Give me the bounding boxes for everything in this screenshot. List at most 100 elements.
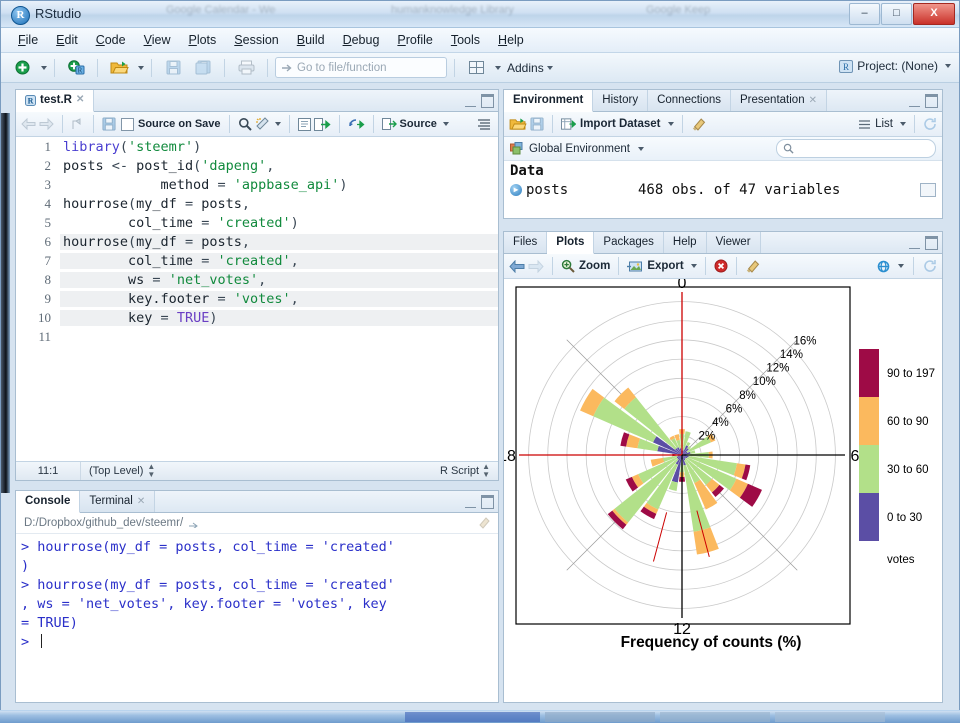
source-tab-test-r[interactable]: Rtest.R ✕ xyxy=(16,90,95,112)
run-icon[interactable] xyxy=(313,117,331,131)
source-on-save-checkbox[interactable] xyxy=(121,117,134,131)
code-line[interactable]: 8 ws = 'net_votes', xyxy=(16,270,498,289)
rerun-icon[interactable] xyxy=(348,118,365,131)
new-file-caret-icon[interactable] xyxy=(41,65,47,70)
publish-caret-icon[interactable] xyxy=(898,264,904,268)
console-maximize-button[interactable] xyxy=(481,495,494,509)
refresh-icon[interactable] xyxy=(923,117,937,131)
load-workspace-icon[interactable] xyxy=(509,117,527,131)
menu-item-profile[interactable]: Profile xyxy=(388,30,441,50)
close-tab-icon[interactable]: ✕ xyxy=(76,90,84,111)
code-tools-caret-icon[interactable] xyxy=(274,122,281,126)
code-editor[interactable]: 1 library('steemr') 2 posts <- post_id('dap… xyxy=(16,137,498,461)
source-button[interactable]: Source xyxy=(381,118,449,130)
refresh-plot-icon[interactable] xyxy=(923,259,937,273)
save-all-button[interactable] xyxy=(189,57,217,79)
scope-selector[interactable]: (Top Level) ▲ ▼ xyxy=(81,462,163,480)
environment-maximize-button[interactable] xyxy=(925,94,938,108)
code-line[interactable]: 1 library('steemr') xyxy=(16,137,498,156)
environment-tab-history[interactable]: History xyxy=(593,90,649,111)
clear-all-plots-icon[interactable] xyxy=(745,259,760,273)
environment-row[interactable]: ▶ posts 468 obs. of 47 variables xyxy=(504,181,942,199)
pane-layout-caret-icon[interactable] xyxy=(495,65,501,70)
menu-item-build[interactable]: Build xyxy=(288,30,334,50)
import-dataset-button[interactable]: Import Dataset xyxy=(561,117,674,131)
source-maximize-button[interactable] xyxy=(481,94,494,108)
maximize-button[interactable]: □ xyxy=(881,3,912,25)
menu-item-debug[interactable]: Debug xyxy=(334,30,389,50)
plots-minimize-button[interactable] xyxy=(909,238,920,249)
code-line[interactable]: 5 col_time = 'created') xyxy=(16,213,498,232)
remove-plot-icon[interactable] xyxy=(714,259,728,273)
view-dataframe-icon[interactable] xyxy=(920,183,936,197)
goto-file-function-input[interactable]: Go to file/function xyxy=(275,57,447,78)
source-on-save-toggle[interactable]: Source on Save xyxy=(121,117,221,131)
close-button[interactable]: X xyxy=(913,3,955,25)
menu-item-tools[interactable]: Tools xyxy=(442,30,489,50)
pane-layout-button[interactable] xyxy=(462,57,490,79)
environment-tab-connections[interactable]: Connections xyxy=(648,90,732,111)
code-line[interactable]: 3 method = 'appbase_api') xyxy=(16,175,498,194)
console-output[interactable]: > hourrose(my_df = posts, col_time = 'cr… xyxy=(16,536,498,702)
menu-item-edit[interactable]: Edit xyxy=(47,30,87,50)
code-line[interactable]: 11 xyxy=(16,327,498,346)
menu-item-plots[interactable]: Plots xyxy=(179,30,225,50)
plots-tab-files[interactable]: Files xyxy=(504,232,548,253)
taskbar-item-active[interactable] xyxy=(405,712,540,722)
find-icon[interactable] xyxy=(238,117,252,131)
zoom-plot-button[interactable]: Zoom xyxy=(561,259,610,273)
outline-icon[interactable] xyxy=(477,118,491,130)
plots-tab-plots[interactable]: Plots xyxy=(547,232,595,254)
menu-item-session[interactable]: Session xyxy=(225,30,287,50)
console-tab-console[interactable]: Console xyxy=(16,491,81,513)
console-tab-terminal[interactable]: Terminal ✕ xyxy=(80,491,156,512)
taskbar-item-4[interactable] xyxy=(775,712,885,722)
clear-objects-icon[interactable] xyxy=(691,117,706,131)
code-line[interactable]: 4 hourrose(my_df = posts, xyxy=(16,194,498,213)
environment-minimize-button[interactable] xyxy=(909,96,920,107)
code-line[interactable]: 6 hourrose(my_df = posts, xyxy=(16,232,498,251)
code-line[interactable]: 7 col_time = 'created', xyxy=(16,251,498,270)
plot-canvas[interactable]: 2%4%6%8%10%12%14%16% 061218 90 to 19760 … xyxy=(504,279,942,702)
clear-console-icon[interactable] xyxy=(477,517,490,529)
environment-scope-caret-icon[interactable] xyxy=(638,146,644,151)
code-line[interactable]: 10 key = TRUE) xyxy=(16,308,498,327)
code-line[interactable]: 2 posts <- post_id('dapeng', xyxy=(16,156,498,175)
plots-tab-packages[interactable]: Packages xyxy=(594,232,664,253)
menu-item-file[interactable]: File xyxy=(9,30,47,50)
file-type-selector[interactable]: R Script ▲ ▼ xyxy=(440,463,498,479)
environment-search-input[interactable] xyxy=(776,139,936,158)
view-mode-selector[interactable]: List xyxy=(858,118,906,130)
plots-tab-help[interactable]: Help xyxy=(663,232,707,253)
environment-tab-environment[interactable]: Environment xyxy=(504,90,594,112)
save-button[interactable] xyxy=(159,57,187,79)
project-selector[interactable]: R Project: (None) xyxy=(839,59,951,73)
expand-object-icon[interactable]: ▶ xyxy=(510,184,522,196)
open-file-caret-icon[interactable] xyxy=(138,65,144,70)
open-directory-icon[interactable] xyxy=(188,518,200,528)
addins-button[interactable]: Addins xyxy=(503,61,557,75)
console-minimize-button[interactable] xyxy=(465,497,476,508)
source-minimize-button[interactable] xyxy=(465,96,476,107)
environment-tab-presentation[interactable]: Presentation ✕ xyxy=(731,90,827,111)
console-working-directory[interactable]: D:/Dropbox/github_dev/steemr/ xyxy=(16,513,498,534)
close-tab-icon[interactable]: ✕ xyxy=(809,90,817,111)
code-tools-icon[interactable] xyxy=(255,117,269,131)
menu-item-help[interactable]: Help xyxy=(489,30,533,50)
minimize-button[interactable]: – xyxy=(849,3,880,25)
save-workspace-icon[interactable] xyxy=(530,117,544,131)
new-file-button[interactable] xyxy=(8,57,36,79)
publish-icon[interactable] xyxy=(876,260,891,273)
global-environment-label[interactable]: Global Environment xyxy=(529,143,630,155)
close-tab-icon[interactable]: ✕ xyxy=(137,491,145,512)
taskbar-item-2[interactable] xyxy=(545,712,655,722)
menu-item-code[interactable]: Code xyxy=(87,30,135,50)
plots-maximize-button[interactable] xyxy=(925,236,938,250)
open-file-button[interactable] xyxy=(105,57,133,79)
plots-tab-viewer[interactable]: Viewer xyxy=(706,232,761,253)
print-button[interactable] xyxy=(232,57,260,79)
new-project-button[interactable]: R xyxy=(62,57,90,79)
next-plot-icon[interactable] xyxy=(528,259,544,273)
menu-item-view[interactable]: View xyxy=(135,30,180,50)
previous-plot-icon[interactable] xyxy=(509,259,525,273)
